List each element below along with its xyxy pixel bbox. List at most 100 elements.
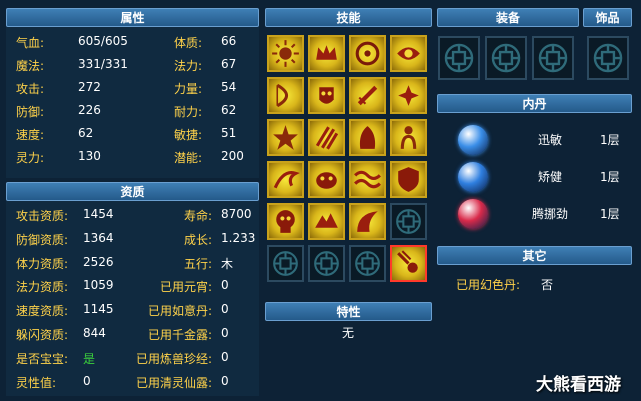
attr-label: 敏捷:	[174, 128, 203, 142]
skill-slot[interactable]	[308, 35, 345, 72]
attr-value: 67	[221, 57, 237, 71]
sun-skill-icon	[272, 40, 299, 67]
aptitude-label: 躲闪资质:	[16, 328, 69, 342]
aptitude-value: 1059	[83, 278, 114, 293]
empty-skill-slot[interactable]	[390, 203, 427, 240]
equipment-slot-3[interactable]	[532, 36, 574, 80]
skill-slot[interactable]	[390, 77, 427, 114]
attr-label: 魔法:	[16, 59, 45, 73]
sword-skill-icon	[357, 85, 378, 106]
skill-slot[interactable]	[349, 77, 386, 114]
skill-slot[interactable]	[267, 203, 304, 240]
attr-value: 51	[221, 126, 237, 140]
skill-slot[interactable]	[308, 161, 345, 198]
empty-slot-icon	[593, 43, 623, 73]
aptitude-value: 0	[221, 373, 229, 388]
equipment-slot-1[interactable]	[438, 36, 480, 80]
other-value: 否	[541, 278, 554, 292]
wave-skill-icon	[354, 170, 381, 189]
pill-level: 1层	[600, 133, 620, 147]
skull-skill-icon	[276, 210, 295, 233]
skill-slot[interactable]	[349, 35, 386, 72]
aptitude-value: 8700	[221, 207, 252, 221]
pill-level: 1层	[600, 170, 620, 184]
attr-label: 耐力:	[174, 105, 203, 119]
skill-slot[interactable]	[267, 77, 304, 114]
other-label: 已用幻色丹:	[456, 278, 521, 292]
skill-slot[interactable]	[390, 119, 427, 156]
aptitude-label: 寿命:	[183, 209, 212, 223]
ornament-header: 饰品	[583, 8, 632, 27]
aptitude-label: 成长:	[183, 232, 212, 247]
skill-slot[interactable]	[267, 35, 304, 72]
attr-label: 体质:	[174, 36, 203, 50]
aptitude-label: 体力资质:	[16, 256, 69, 271]
attr-label: 潜能:	[174, 151, 203, 165]
dragon-skill-icon	[273, 171, 300, 189]
attr-value: 272	[78, 80, 101, 94]
wing-skill-icon	[357, 211, 378, 232]
ornament-slot[interactable]	[587, 36, 629, 80]
pill-orb-icon[interactable]	[458, 125, 488, 155]
aptitude-label: 灵性值:	[16, 375, 57, 390]
equipment-slot-2[interactable]	[485, 36, 527, 80]
attr-value: 331/331	[78, 57, 128, 71]
figure-skill-icon	[400, 126, 417, 149]
pill-orb-icon[interactable]	[458, 162, 488, 192]
pill-name: 矫健	[537, 170, 562, 184]
aptitude-label: 攻击资质:	[16, 209, 69, 223]
aptitude-value: 1145	[83, 302, 114, 317]
attr-label: 攻击:	[16, 82, 45, 96]
attr-label: 灵力:	[16, 151, 45, 165]
wolf-skill-icon	[315, 213, 338, 228]
aptitude-value: 844	[83, 326, 106, 340]
crown-skill-icon	[316, 45, 337, 60]
aptitude-value: 0	[221, 349, 229, 364]
equipment-header: 装备	[437, 8, 579, 27]
aptitude-value: 1.233	[221, 230, 256, 245]
skill-slot[interactable]	[308, 77, 345, 114]
skill-slot[interactable]	[308, 119, 345, 156]
skill-slot[interactable]	[308, 203, 345, 240]
skill-slot[interactable]	[390, 161, 427, 198]
empty-skill-slot[interactable]	[349, 245, 386, 282]
attr-label: 气血:	[16, 36, 45, 50]
skill-slot[interactable]	[390, 35, 427, 72]
skill-slot[interactable]	[390, 245, 427, 282]
skill-slot[interactable]	[349, 203, 386, 240]
skill-slot[interactable]	[267, 161, 304, 198]
attributes-header: 属性	[6, 8, 259, 27]
aptitude-label: 已用炼兽珍经:	[135, 351, 212, 366]
aptitude-value: 1364	[83, 230, 114, 245]
aptitude-label: 已用如意丹:	[147, 304, 212, 319]
aptitude-label: 已用千金露:	[147, 328, 212, 342]
pill-orb-icon[interactable]	[458, 199, 488, 229]
attr-label: 防御:	[16, 105, 45, 119]
attr-value: 62	[221, 103, 237, 117]
star-skill-icon	[273, 125, 298, 150]
skill-slot[interactable]	[349, 119, 386, 156]
skill-grid	[267, 35, 432, 282]
aptitude-value: 0	[221, 326, 229, 340]
empty-slot-icon	[444, 43, 474, 73]
aptitude-value: 是	[83, 351, 96, 366]
aptitude-label: 速度资质:	[16, 304, 69, 319]
empty-slot-icon	[538, 43, 568, 73]
attr-value: 62	[78, 126, 94, 140]
empty-skill-slot[interactable]	[267, 245, 304, 282]
attr-value: 200	[221, 149, 244, 163]
attr-label: 速度:	[16, 128, 45, 142]
skill-slot[interactable]	[267, 119, 304, 156]
empty-slot-icon	[396, 209, 421, 234]
claw-skill-icon	[315, 126, 339, 150]
watermark: 大熊看西游	[536, 375, 621, 395]
aptitude-value: 0	[83, 373, 91, 388]
empty-skill-slot[interactable]	[308, 245, 345, 282]
skill-slot[interactable]	[349, 161, 386, 198]
attr-label: 法力:	[174, 59, 203, 73]
aptitude-value: 木	[221, 256, 234, 271]
pill-name: 迅敏	[537, 133, 562, 147]
attr-value: 54	[221, 80, 237, 94]
lotus-skill-icon	[398, 85, 419, 106]
empty-slot-icon	[491, 43, 521, 73]
